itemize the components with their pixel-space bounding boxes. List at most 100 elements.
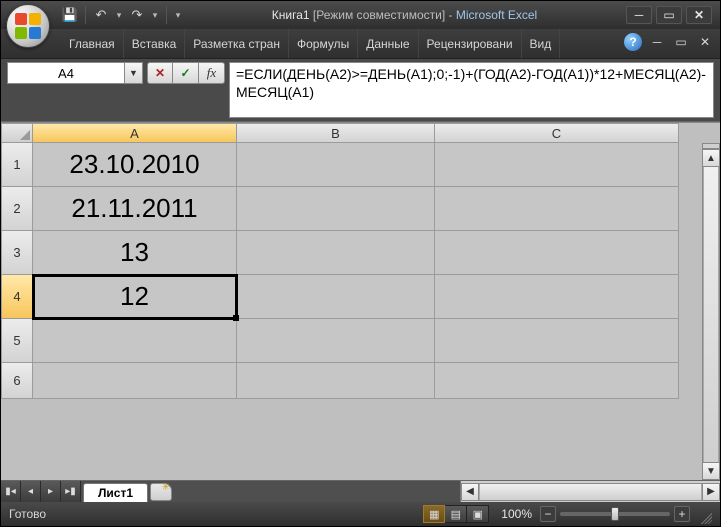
scroll-left-button[interactable]: ◀ — [461, 483, 479, 501]
office-logo-icon — [15, 13, 41, 39]
app-name: Microsoft Excel — [456, 8, 537, 22]
cell-B3[interactable] — [237, 231, 435, 275]
formula-cancel-button[interactable]: ✕ — [147, 62, 173, 84]
save-icon: 💾 — [62, 7, 78, 23]
ribbon: Главная Вставка Разметка стран Формулы Д… — [1, 29, 720, 59]
fill-handle[interactable] — [233, 315, 239, 321]
zoom-out-button[interactable]: − — [540, 506, 556, 522]
tab-insert[interactable]: Вставка — [124, 29, 186, 58]
cell-B6[interactable] — [237, 363, 435, 399]
qat-customize-caret[interactable]: ▾ — [173, 10, 183, 21]
cell-C3[interactable] — [435, 231, 679, 275]
hscroll-track[interactable] — [479, 483, 702, 501]
sheet-nav-last[interactable]: ▸▮ — [61, 481, 81, 502]
row-header-3[interactable]: 3 — [1, 231, 33, 275]
formula-bar-row: A4 ▼ ✕ ✓ fx =ЕСЛИ(ДЕНЬ(A2)>=ДЕНЬ(A1);0;-… — [1, 59, 720, 122]
zoom-slider[interactable] — [560, 512, 670, 516]
cell-B5[interactable] — [237, 319, 435, 363]
formula-input[interactable]: =ЕСЛИ(ДЕНЬ(A2)>=ДЕНЬ(A1);0;-1)+(ГОД(A2)-… — [229, 62, 714, 118]
workbook-restore-button[interactable]: ▭ — [672, 34, 690, 50]
column-header-B[interactable]: B — [237, 123, 435, 143]
new-sheet-button[interactable] — [150, 483, 172, 501]
zoom-in-button[interactable]: + — [674, 506, 690, 522]
qat-redo-button[interactable]: ↷ — [128, 6, 146, 24]
cell-C4[interactable] — [435, 275, 679, 319]
qat-redo-caret[interactable]: ▾ — [150, 10, 160, 21]
tab-view[interactable]: Вид — [522, 29, 561, 58]
cell-C2[interactable] — [435, 187, 679, 231]
window-title: Книга1 [Режим совместимости] - Microsoft… — [183, 8, 626, 22]
maximize-button[interactable]: ▭ — [656, 6, 682, 24]
row-header-4[interactable]: 4 — [1, 275, 33, 319]
cell-A5[interactable] — [33, 319, 237, 363]
tab-home[interactable]: Главная — [61, 29, 124, 58]
qat-undo-button[interactable]: ↶ — [92, 6, 110, 24]
sheet-tab-row: ▮◂ ◂ ▸ ▸▮ Лист1 ◀ ▶ — [1, 480, 720, 502]
sheet-nav-prev[interactable]: ◂ — [21, 481, 41, 502]
cell-B2[interactable] — [237, 187, 435, 231]
vertical-scrollbar[interactable]: ▲ ▼ — [702, 143, 720, 480]
horizontal-scrollbar[interactable]: ◀ ▶ — [460, 481, 720, 502]
sheet-nav-buttons: ▮◂ ◂ ▸ ▸▮ — [1, 481, 81, 502]
cell-A6[interactable] — [33, 363, 237, 399]
ribbon-minimize-button[interactable]: ─ — [648, 34, 666, 50]
redo-icon: ↷ — [132, 7, 143, 23]
view-normal-button[interactable]: ▦ — [423, 505, 445, 523]
vscroll-thumb[interactable] — [703, 167, 719, 462]
zoom-label[interactable]: 100% — [497, 507, 536, 521]
tab-formulas[interactable]: Формулы — [289, 29, 358, 58]
row-header-1[interactable]: 1 — [1, 143, 33, 187]
minimize-button[interactable]: ─ — [626, 6, 652, 24]
sheet-tabs: Лист1 — [81, 481, 172, 502]
sheet-nav-next[interactable]: ▸ — [41, 481, 61, 502]
sheet-tab-1[interactable]: Лист1 — [83, 483, 148, 502]
cell-A4[interactable]: 12 — [33, 275, 237, 319]
cell-A4-value: 12 — [120, 281, 149, 312]
scroll-up-button[interactable]: ▲ — [702, 149, 720, 167]
vscroll-track[interactable] — [702, 167, 720, 462]
workbook-close-button[interactable]: ✕ — [696, 34, 714, 50]
cell-C5[interactable] — [435, 319, 679, 363]
sheet-nav-first[interactable]: ▮◂ — [1, 481, 21, 502]
column-header-C[interactable]: C — [435, 123, 679, 143]
column-header-A[interactable]: A — [33, 123, 237, 143]
cell-C6[interactable] — [435, 363, 679, 399]
view-page-break-button[interactable]: ▣ — [467, 505, 489, 523]
help-button[interactable]: ? — [624, 33, 642, 51]
page-break-icon: ▣ — [473, 508, 483, 521]
qat-separator — [85, 6, 86, 24]
cell-A1[interactable]: 23.10.2010 — [33, 143, 237, 187]
cell-B1[interactable] — [237, 143, 435, 187]
qat-undo-caret[interactable]: ▾ — [114, 10, 124, 21]
view-page-layout-button[interactable]: ▤ — [445, 505, 467, 523]
ribbon-tabs: Главная Вставка Разметка стран Формулы Д… — [61, 29, 560, 58]
office-button[interactable] — [6, 4, 50, 48]
formula-confirm-button[interactable]: ✓ — [173, 62, 199, 84]
cell-A2[interactable]: 21.11.2011 — [33, 187, 237, 231]
undo-icon: ↶ — [96, 7, 107, 23]
resize-grip[interactable] — [698, 510, 712, 524]
close-button[interactable]: ✕ — [686, 6, 712, 24]
row-header-6[interactable]: 6 — [1, 363, 33, 399]
insert-function-button[interactable]: fx — [199, 62, 225, 84]
hscroll-thumb[interactable] — [479, 484, 702, 500]
tab-review[interactable]: Рецензировани — [419, 29, 522, 58]
name-box[interactable]: A4 — [7, 62, 125, 84]
scroll-down-button[interactable]: ▼ — [702, 462, 720, 480]
qat-save-button[interactable]: 💾 — [61, 6, 79, 24]
grid-rows: 1 23.10.2010 2 21.11.2011 3 13 — [1, 143, 720, 399]
cell-A3[interactable]: 13 — [33, 231, 237, 275]
zoom-thumb[interactable] — [611, 507, 619, 521]
name-box-dropdown[interactable]: ▼ — [125, 62, 143, 84]
tab-page-layout[interactable]: Разметка стран — [185, 29, 289, 58]
cell-C1[interactable] — [435, 143, 679, 187]
tab-data[interactable]: Данные — [358, 29, 418, 58]
zoom-controls: 100% − + — [497, 506, 690, 522]
cell-B4[interactable] — [237, 275, 435, 319]
tab-split-handle[interactable] — [172, 481, 460, 502]
select-all-corner[interactable] — [1, 123, 33, 143]
row-header-5[interactable]: 5 — [1, 319, 33, 363]
compatibility-mode: [Режим совместимости] — [313, 8, 445, 22]
scroll-right-button[interactable]: ▶ — [702, 483, 720, 501]
row-header-2[interactable]: 2 — [1, 187, 33, 231]
